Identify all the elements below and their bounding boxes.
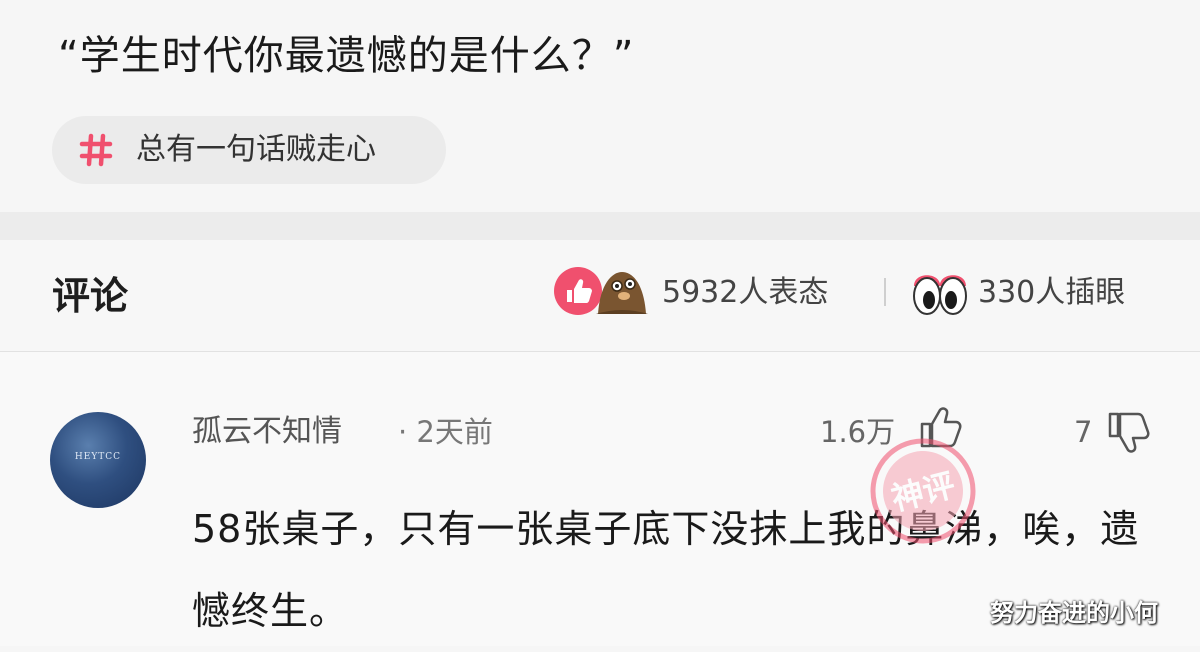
thumbs-up-icon: [554, 267, 602, 315]
dislike-count: 7: [1074, 415, 1093, 449]
comments-title: 评论: [52, 274, 129, 318]
topic-label: 总有一句话贼走心: [136, 132, 376, 167]
eyes-count[interactable]: 330人插眼: [978, 270, 1125, 316]
reaction-emoji-stack[interactable]: [552, 264, 648, 318]
section-divider: [0, 212, 1200, 240]
comments-header: 评论 5932人表态 330人插眼: [0, 240, 1200, 352]
avatar-label: HEYTCC: [74, 452, 122, 462]
mole-emoji-icon: [596, 272, 648, 314]
watermark: 努力奋进的小何: [990, 599, 1158, 627]
avatar[interactable]: HEYTCC: [50, 412, 146, 508]
reactions-count[interactable]: 5932人表态: [662, 270, 828, 316]
eyes-icon[interactable]: [910, 266, 970, 320]
topic-chip[interactable]: 总有一句话贼走心: [52, 116, 446, 184]
stamp-badge: 神评: [870, 438, 976, 544]
comment-username[interactable]: 孤云不知情: [192, 410, 342, 454]
header-separator: [884, 278, 886, 306]
comment-time: · 2天前: [398, 415, 493, 449]
hash-icon: [79, 133, 113, 167]
question-title: “学生时代你最遗憾的是什么？”: [58, 33, 635, 79]
post-header: “学生时代你最遗憾的是什么？” 总有一句话贼走心: [0, 0, 1200, 212]
thumb-down-outline-icon[interactable]: [1104, 408, 1152, 456]
